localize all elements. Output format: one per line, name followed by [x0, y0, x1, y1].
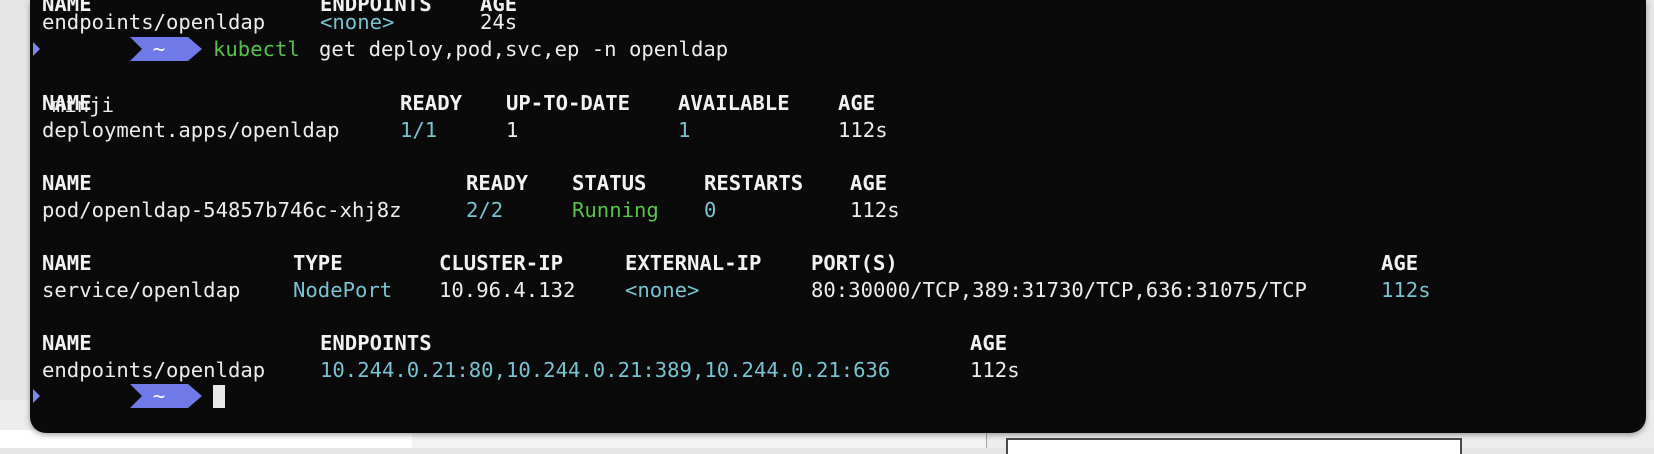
- prompt-directory-segment: ~: [130, 384, 202, 408]
- col-ready-header: READY: [400, 91, 462, 115]
- col-name-header: NAME: [42, 171, 92, 195]
- prev-output-row: endpoints/openldap <none> 24s: [42, 8, 517, 36]
- endpoint-age: 112s: [970, 358, 1020, 382]
- prompt-line: minji ~ kubectl get deploy,pod,svc,ep -n…: [30, 35, 1630, 117]
- background-window-box: [1006, 438, 1462, 454]
- col-endpoints-header: ENDPOINTS: [320, 331, 432, 355]
- service-name: service/openldap: [42, 278, 241, 302]
- deployment-uptodate: 1: [506, 118, 519, 142]
- col-externalip-header: EXTERNAL-IP: [625, 251, 762, 275]
- prompt-directory: ~: [152, 384, 166, 408]
- col-name-header: NAME: [42, 331, 92, 355]
- prompt-directory-segment: ~: [130, 37, 202, 61]
- pod-row: pod/openldap-54857b746c-xhj8z 2/2 Runnin…: [42, 196, 900, 224]
- ep-row: endpoints/openldap 10.244.0.21:80,10.244…: [42, 356, 1020, 384]
- command-name: kubectl: [213, 37, 300, 61]
- col-type-header: TYPE: [293, 251, 343, 275]
- col-age-header: AGE: [838, 91, 876, 115]
- col-available-header: AVAILABLE: [678, 91, 790, 115]
- deploy-row: deployment.apps/openldap 1/1 1 1 112s: [42, 116, 888, 144]
- svc-row: service/openldap NodePort 10.96.4.132 <n…: [42, 276, 1431, 304]
- endpoint-age: 24s: [480, 10, 518, 34]
- endpoint-name: endpoints/openldap: [42, 358, 266, 382]
- service-type: NodePort: [293, 278, 393, 302]
- prompt-arrow-icon: [33, 389, 40, 403]
- endpoint-name: endpoints/openldap: [42, 10, 266, 34]
- deployment-ready: 1/1: [400, 118, 438, 142]
- terminal-window[interactable]: NAME ENDPOINTS AGE endpoints/openldap <n…: [30, 0, 1646, 433]
- endpoint-value: <none>: [320, 10, 395, 34]
- col-age-header: AGE: [850, 171, 888, 195]
- service-cluster-ip: 10.96.4.132: [439, 278, 576, 302]
- col-clusterip-header: CLUSTER-IP: [439, 251, 563, 275]
- pod-restarts: 0: [704, 198, 717, 222]
- svc-header-row: NAME TYPE CLUSTER-IP EXTERNAL-IP PORT(S)…: [42, 249, 1418, 277]
- command-args: get deploy,pod,svc,ep -n openldap: [319, 37, 729, 61]
- col-ready-header: READY: [466, 171, 528, 195]
- col-age-header: AGE: [1381, 251, 1419, 275]
- deploy-header-row: NAME READY UP-TO-DATE AVAILABLE AGE: [42, 89, 875, 117]
- col-ports-header: PORT(S): [811, 251, 898, 275]
- col-age-header: AGE: [970, 331, 1008, 355]
- prompt-arrow-icon: [33, 42, 40, 56]
- pod-status: Running: [572, 198, 659, 222]
- pod-header-row: NAME READY STATUS RESTARTS AGE: [42, 169, 887, 197]
- prompt-directory: ~: [152, 37, 166, 61]
- prompt-line-active: minji ~: [30, 382, 1630, 410]
- text-cursor[interactable]: [213, 385, 225, 408]
- col-status-header: STATUS: [572, 171, 647, 195]
- deployment-available: 1: [678, 118, 691, 142]
- pod-ready: 2/2: [466, 198, 504, 222]
- col-uptodate-header: UP-TO-DATE: [506, 91, 630, 115]
- pod-name: pod/openldap-54857b746c-xhj8z: [42, 198, 402, 222]
- col-restarts-header: RESTARTS: [704, 171, 804, 195]
- col-name-header: NAME: [42, 91, 92, 115]
- deployment-age: 112s: [838, 118, 888, 142]
- service-ports: 80:30000/TCP,389:31730/TCP,636:31075/TCP: [811, 278, 1307, 302]
- deployment-name: deployment.apps/openldap: [42, 118, 340, 142]
- col-name-header: NAME: [42, 251, 92, 275]
- endpoint-addresses: 10.244.0.21:80,10.244.0.21:389,10.244.0.…: [320, 358, 891, 382]
- pod-age: 112s: [850, 198, 900, 222]
- ep-header-row: NAME ENDPOINTS AGE: [42, 329, 1007, 357]
- service-external-ip: <none>: [625, 278, 700, 302]
- service-age: 112s: [1381, 278, 1431, 302]
